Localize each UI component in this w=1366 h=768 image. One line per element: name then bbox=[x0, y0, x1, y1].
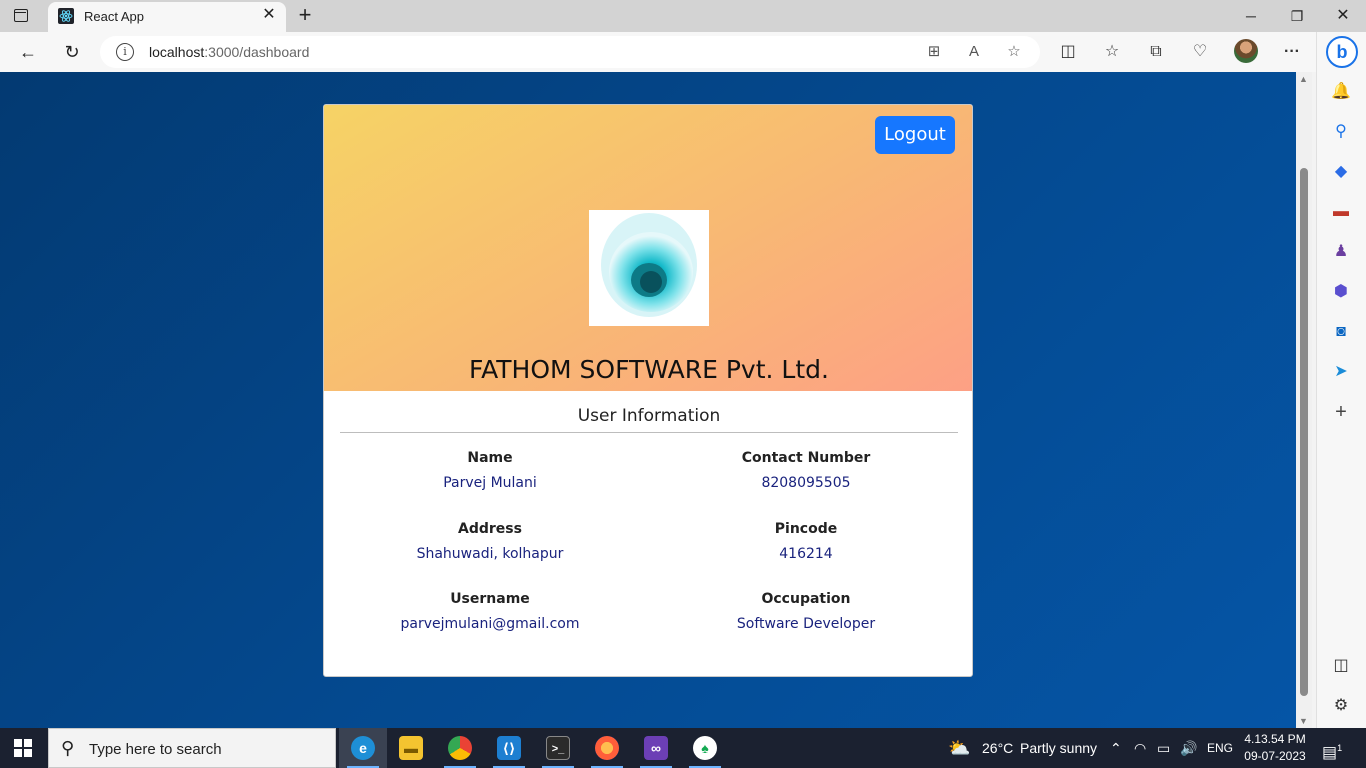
notification-center-icon[interactable]: ▤1 bbox=[1322, 728, 1342, 768]
dashboard-card: Logout FATHOM SOFTWARE Pvt. Ltd. User In… bbox=[323, 104, 973, 677]
field-label: Address bbox=[458, 521, 522, 537]
field-value: Parvej Mulani bbox=[443, 475, 537, 491]
clock-time: 4.13.54 PM bbox=[1244, 732, 1306, 746]
field-label: Occupation bbox=[761, 591, 851, 607]
show-hidden-icons-chevron-icon[interactable]: ⌃ bbox=[1110, 728, 1122, 768]
taskbar-firefox-icon[interactable] bbox=[583, 728, 631, 768]
microsoft365-icon[interactable]: ⬢ bbox=[1329, 280, 1353, 304]
browser-title-bar: React App ✕ + ─ ❐ ✕ bbox=[0, 0, 1366, 32]
company-logo bbox=[589, 210, 709, 326]
sidebar-settings-gear-icon[interactable]: ⚙ bbox=[1329, 694, 1353, 718]
logout-button[interactable]: Logout bbox=[875, 116, 955, 154]
scroll-down-arrow-icon[interactable]: ▼ bbox=[1299, 716, 1308, 726]
taskbar-chrome-icon[interactable] bbox=[436, 728, 484, 768]
field-value: Shahuwadi, kolhapur bbox=[416, 546, 564, 562]
tab-actions-icon[interactable] bbox=[12, 7, 32, 25]
minimize-icon[interactable]: ─ bbox=[1228, 0, 1274, 32]
taskbar-visual-studio-icon[interactable]: ∞ bbox=[632, 728, 680, 768]
company-name: FATHOM SOFTWARE Pvt. Ltd. bbox=[469, 355, 829, 384]
app-available-icon[interactable]: ⊞ bbox=[924, 42, 944, 62]
language-indicator[interactable]: ENG bbox=[1207, 728, 1233, 768]
close-tab-icon[interactable]: ✕ bbox=[260, 6, 278, 24]
company-header: Logout FATHOM SOFTWARE Pvt. Ltd. bbox=[324, 105, 972, 391]
user-field-contact-number: Contact Number 8208095505 bbox=[656, 447, 956, 494]
field-value: 416214 bbox=[779, 546, 833, 562]
browser-toolbar: ← ↻ i localhost:3000/dashboard ⊞ A ☆ ◫ ☆… bbox=[0, 32, 1316, 72]
weather-condition[interactable]: Partly sunny bbox=[1020, 728, 1097, 768]
field-label: Pincode bbox=[774, 521, 838, 537]
bing-chat-icon[interactable]: b bbox=[1326, 36, 1358, 68]
field-value: parvejmulani@gmail.com bbox=[400, 616, 580, 632]
taskbar-vscode-icon[interactable]: ⟨⟩ bbox=[485, 728, 533, 768]
user-field-name: Name Parvej Mulani bbox=[340, 447, 640, 494]
search-icon[interactable]: ⚲ bbox=[1329, 120, 1353, 144]
search-icon: ⚲ bbox=[61, 738, 75, 758]
field-label: Username bbox=[450, 591, 530, 607]
scroll-up-arrow-icon[interactable]: ▲ bbox=[1299, 74, 1308, 84]
url-text[interactable]: localhost:3000/dashboard bbox=[149, 44, 309, 60]
clock-date: 09-07-2023 bbox=[1244, 749, 1306, 763]
new-tab-icon[interactable]: + bbox=[294, 3, 316, 27]
divider bbox=[340, 432, 958, 433]
notification-bell-icon[interactable]: 🔔 bbox=[1329, 80, 1353, 104]
favorites-icon[interactable]: ☆ bbox=[1100, 40, 1124, 64]
url-host: localhost bbox=[149, 44, 205, 60]
search-placeholder: Type here to search bbox=[89, 741, 222, 758]
close-window-icon[interactable]: ✕ bbox=[1320, 0, 1366, 32]
taskbar-file-explorer-icon[interactable]: ▬ bbox=[387, 728, 435, 768]
scrollbar-thumb[interactable] bbox=[1300, 168, 1308, 696]
url-path: :3000/dashboard bbox=[204, 44, 310, 60]
collections-icon[interactable]: ⧉ bbox=[1144, 40, 1168, 64]
page-scrollbar[interactable]: ▲ ▼ bbox=[1296, 72, 1312, 728]
section-title: User Information bbox=[577, 406, 721, 426]
site-info-icon[interactable]: i bbox=[116, 43, 134, 61]
weather-temperature[interactable]: 26°C bbox=[982, 728, 1013, 768]
browser-tab[interactable]: React App ✕ bbox=[48, 2, 286, 32]
taskbar-terminal-icon[interactable]: >_ bbox=[534, 728, 582, 768]
drop-send-icon[interactable]: ➤ bbox=[1329, 360, 1353, 384]
add-sidebar-app-icon[interactable]: + bbox=[1329, 400, 1353, 424]
tools-briefcase-icon[interactable]: ▬ bbox=[1329, 200, 1353, 224]
games-icon[interactable]: ♟ bbox=[1329, 240, 1353, 264]
notification-count: 1 bbox=[1337, 743, 1343, 753]
user-field-pincode: Pincode 416214 bbox=[656, 518, 956, 565]
favorite-star-icon[interactable]: ☆ bbox=[1004, 42, 1024, 62]
more-options-icon[interactable]: ··· bbox=[1280, 40, 1304, 64]
tab-title: React App bbox=[84, 9, 144, 24]
field-label: Name bbox=[467, 450, 513, 466]
battery-icon[interactable]: ▭ bbox=[1157, 728, 1170, 768]
field-value: 8208095505 bbox=[761, 475, 851, 491]
taskbar-mongodb-compass-icon[interactable]: ♠ bbox=[681, 728, 729, 768]
react-logo-icon bbox=[58, 8, 74, 24]
windows-taskbar: ⚲ Type here to search e ▬ ⟨⟩ >_ ∞ ♠ ⛅ 26… bbox=[0, 728, 1366, 768]
user-field-username: Username parvejmulani@gmail.com bbox=[340, 588, 640, 635]
back-arrow-icon[interactable]: ← bbox=[16, 40, 40, 64]
shopping-tag-icon[interactable]: ◆ bbox=[1329, 160, 1353, 184]
wifi-icon[interactable]: ◠ bbox=[1134, 728, 1146, 768]
taskbar-search-box[interactable]: ⚲ Type here to search bbox=[48, 728, 336, 768]
address-bar[interactable]: i localhost:3000/dashboard ⊞ A ☆ bbox=[100, 36, 1040, 68]
volume-icon[interactable]: 🔊 bbox=[1180, 728, 1197, 768]
outlook-icon[interactable]: ◙ bbox=[1329, 320, 1353, 344]
system-clock[interactable]: 4.13.54 PM 09-07-2023 bbox=[1238, 731, 1312, 765]
user-field-address: Address Shahuwadi, kolhapur bbox=[340, 518, 640, 565]
field-value: Software Developer bbox=[736, 616, 876, 632]
edge-sidebar: b 🔔 ⚲ ◆ ▬ ♟ ⬢ ◙ ➤ + ◫ ⚙ bbox=[1316, 32, 1366, 728]
read-aloud-icon[interactable]: A bbox=[964, 42, 984, 62]
browser-essentials-icon[interactable]: ♡ bbox=[1188, 40, 1212, 64]
restore-icon[interactable]: ❐ bbox=[1274, 0, 1320, 32]
windows-start-icon[interactable] bbox=[14, 739, 32, 757]
user-field-occupation: Occupation Software Developer bbox=[656, 588, 956, 635]
taskbar-edge-icon[interactable]: e bbox=[339, 728, 387, 768]
page-viewport: Logout FATHOM SOFTWARE Pvt. Ltd. User In… bbox=[0, 72, 1296, 728]
weather-icon[interactable]: ⛅ bbox=[948, 728, 970, 768]
refresh-icon[interactable]: ↻ bbox=[60, 40, 84, 64]
split-screen-icon[interactable]: ◫ bbox=[1056, 40, 1080, 64]
hide-sidebar-icon[interactable]: ◫ bbox=[1329, 654, 1353, 678]
field-label: Contact Number bbox=[741, 450, 871, 466]
profile-avatar[interactable] bbox=[1234, 39, 1258, 63]
